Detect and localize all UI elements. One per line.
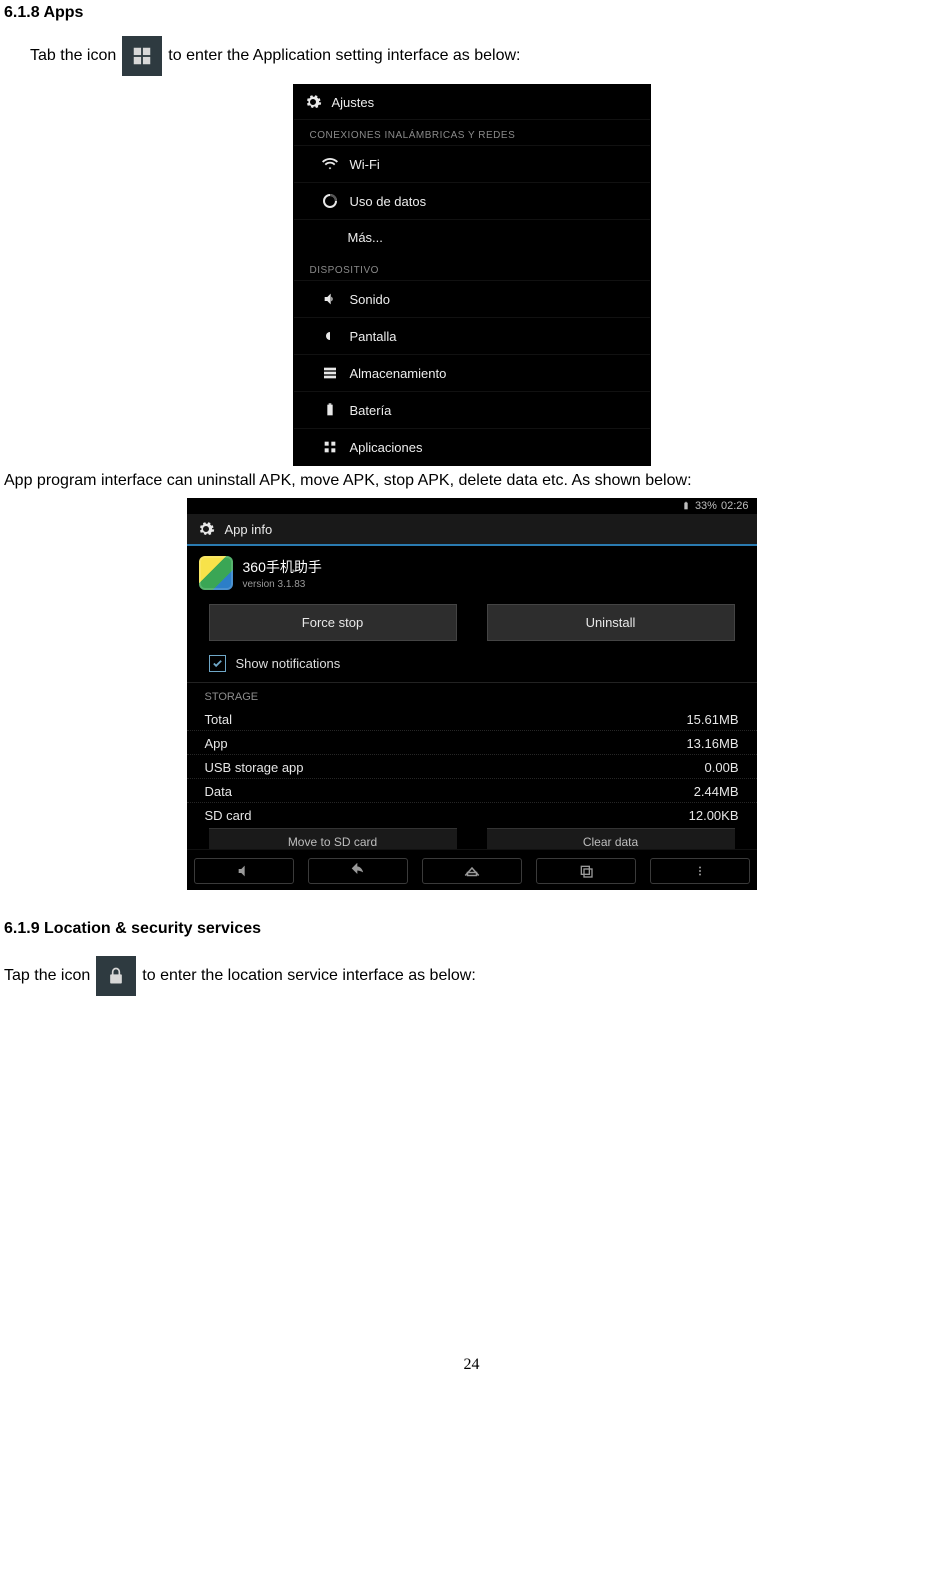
app-icon: [199, 556, 233, 590]
nav-recent[interactable]: [536, 858, 636, 884]
nav-home[interactable]: [422, 858, 522, 884]
appinfo-header: App info: [187, 514, 757, 546]
nav-back[interactable]: [308, 858, 408, 884]
sonido-label: Sonido: [350, 292, 390, 307]
section-heading-location: 6.1.9 Location & security services: [4, 920, 943, 938]
display-icon: [322, 328, 338, 344]
show-notifications-row[interactable]: Show notifications: [187, 649, 757, 683]
mas-label: Más...: [348, 230, 383, 245]
item-wifi[interactable]: Wi-Fi: [294, 145, 650, 182]
category-device: DISPOSITIVO: [294, 255, 650, 280]
text-after-icon: to enter the Application setting interfa…: [168, 47, 520, 65]
clear-data-button[interactable]: Clear data: [487, 828, 735, 849]
gear-icon: [304, 93, 322, 111]
battery-percent: 33%: [695, 500, 717, 512]
status-time: 02:26: [721, 500, 749, 512]
row-val: 0.00B: [705, 760, 739, 775]
intro-line-1: Tab the icon to enter the Application se…: [30, 36, 943, 76]
category-wireless: CONEXIONES INALÁMBRICAS Y REDES: [294, 120, 650, 145]
item-mas[interactable]: Más...: [294, 219, 650, 255]
row-key: Data: [205, 784, 232, 799]
item-sonido[interactable]: Sonido: [294, 280, 650, 317]
wifi-label: Wi-Fi: [350, 157, 380, 172]
statusbar: 33% 02:26: [187, 498, 757, 514]
battery-status-icon: [681, 501, 691, 511]
item-bateria[interactable]: Batería: [294, 391, 650, 428]
home-icon: [463, 864, 481, 878]
row-data: Data 2.44MB: [187, 778, 757, 802]
row-val: 13.16MB: [686, 736, 738, 751]
checkbox-icon[interactable]: [209, 655, 226, 672]
item-pantalla[interactable]: Pantalla: [294, 317, 650, 354]
datos-label: Uso de datos: [350, 194, 427, 209]
bateria-label: Batería: [350, 403, 392, 418]
pantalla-label: Pantalla: [350, 329, 397, 344]
row-val: 15.61MB: [686, 712, 738, 727]
row-val: 2.44MB: [694, 784, 739, 799]
android-navbar: [187, 849, 757, 890]
row-key: App: [205, 736, 228, 751]
row-app: App 13.16MB: [187, 730, 757, 754]
row-key: USB storage app: [205, 760, 304, 775]
row-val: 12.00KB: [689, 808, 739, 823]
force-stop-button[interactable]: Force stop: [209, 604, 457, 641]
ajustes-header: Ajustes: [294, 85, 650, 120]
storage-icon: [322, 365, 338, 381]
almacenamiento-label: Almacenamiento: [350, 366, 447, 381]
apps-icon: [122, 36, 162, 76]
ajustes-title: Ajustes: [332, 95, 375, 110]
item-aplicaciones[interactable]: Aplicaciones: [294, 428, 650, 465]
move-to-sd-button[interactable]: Move to SD card: [209, 828, 457, 849]
lock-icon: [96, 956, 136, 996]
sound-icon: [322, 291, 338, 307]
page-number: 24: [0, 1356, 943, 1394]
gear-icon: [197, 520, 215, 538]
wifi-icon: [322, 156, 338, 172]
section-heading-apps: 6.1.8 Apps: [4, 4, 943, 22]
row-key: SD card: [205, 808, 252, 823]
uninstall-button[interactable]: Uninstall: [487, 604, 735, 641]
row-key: Total: [205, 712, 232, 727]
text-before-icon-2: Tap the icon: [4, 967, 90, 985]
screenshot-appinfo: 33% 02:26 App info 360手机助手 version 3.1.8…: [187, 498, 757, 890]
show-notifications-label: Show notifications: [236, 656, 341, 671]
nav-volume[interactable]: [194, 858, 294, 884]
app-header-row: 360手机助手 version 3.1.83: [187, 546, 757, 600]
battery-icon: [322, 402, 338, 418]
storage-category: STORAGE: [187, 683, 757, 707]
screenshot-ajustes: Ajustes CONEXIONES INALÁMBRICAS Y REDES …: [293, 84, 651, 466]
nav-menu[interactable]: [650, 858, 750, 884]
menu-dots-icon: [694, 865, 706, 877]
data-usage-icon: [322, 193, 338, 209]
row-sd: SD card 12.00KB: [187, 802, 757, 826]
item-almacenamiento[interactable]: Almacenamiento: [294, 354, 650, 391]
aplicaciones-label: Aplicaciones: [350, 440, 423, 455]
text-after-icon-2: to enter the location service interface …: [142, 967, 476, 985]
appinfo-title: App info: [225, 522, 273, 537]
recent-icon: [578, 863, 594, 879]
item-datos[interactable]: Uso de datos: [294, 182, 650, 219]
app-name: 360手机助手: [243, 557, 322, 577]
volume-icon: [236, 863, 252, 879]
caption-appinfo: App program interface can uninstall APK,…: [4, 472, 943, 490]
row-usb: USB storage app 0.00B: [187, 754, 757, 778]
back-icon: [350, 863, 366, 879]
app-version: version 3.1.83: [243, 579, 322, 590]
text-before-icon: Tab the icon: [30, 47, 116, 65]
row-total: Total 15.61MB: [187, 707, 757, 730]
intro-line-2: Tap the icon to enter the location servi…: [4, 956, 943, 996]
apps-list-icon: [322, 439, 338, 455]
